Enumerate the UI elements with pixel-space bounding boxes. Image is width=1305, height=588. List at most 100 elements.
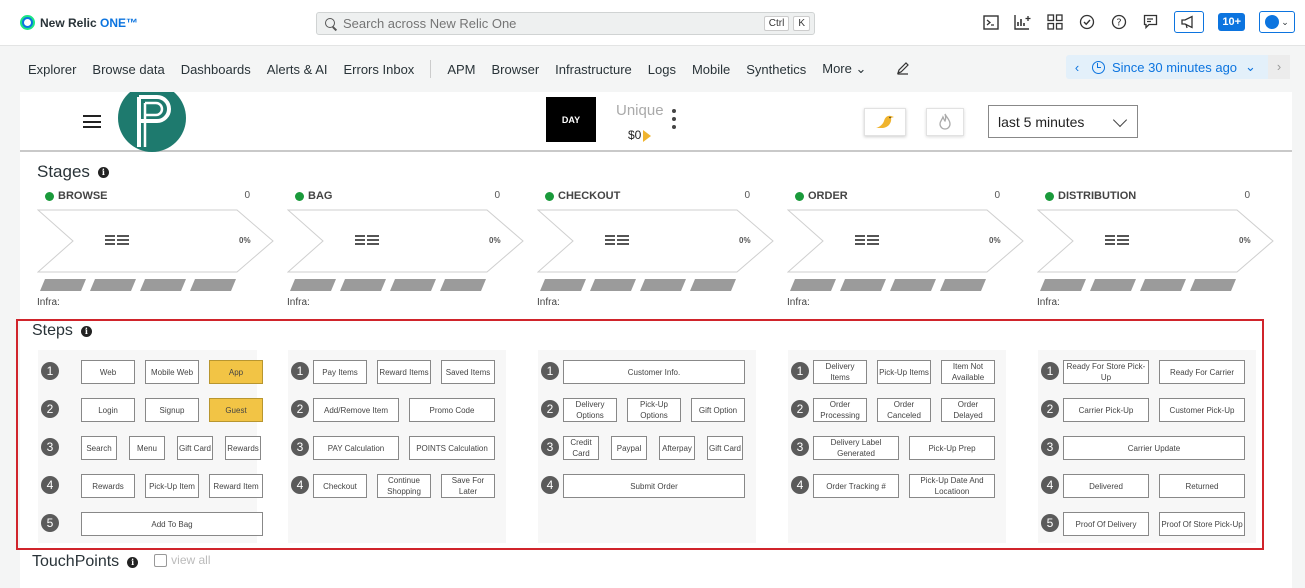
user-menu[interactable]: ⌄: [1259, 11, 1295, 33]
step-button-web[interactable]: Web: [81, 360, 135, 384]
flame-button[interactable]: [926, 108, 964, 136]
nav-item-synthetics[interactable]: Synthetics: [746, 62, 806, 77]
nav-item-errors-inbox[interactable]: Errors Inbox: [344, 62, 415, 77]
step-button-ready-for-carrier[interactable]: Ready For Carrier: [1159, 360, 1245, 384]
step-button-add-remove-item[interactable]: Add/Remove Item: [313, 398, 399, 422]
nav-item-logs[interactable]: Logs: [648, 62, 676, 77]
step-button-points-calculation[interactable]: POINTS Calculation: [409, 436, 495, 460]
step-button-proof-of-store-pick-up[interactable]: Proof Of Store Pick-Up: [1159, 512, 1245, 536]
step-button-rewards[interactable]: Rewards: [225, 436, 261, 460]
canary-button[interactable]: [864, 108, 906, 136]
stage-chevron[interactable]: 0%: [537, 209, 777, 297]
step-button-add-to-bag[interactable]: Add To Bag: [81, 512, 263, 536]
step-button-delivery-options[interactable]: Delivery Options: [563, 398, 617, 422]
stage-chevron[interactable]: 0%: [1037, 209, 1277, 297]
step-button-signup[interactable]: Signup: [145, 398, 199, 422]
feedback-icon[interactable]: [1142, 13, 1160, 31]
chevron-left-icon[interactable]: ‹: [1066, 60, 1088, 75]
day-toggle[interactable]: DAY: [546, 97, 596, 142]
help-icon[interactable]: ?: [1110, 13, 1128, 31]
step-button-submit-order[interactable]: Submit Order: [563, 474, 745, 498]
step-button-checkout[interactable]: Checkout: [313, 474, 367, 498]
view-all-checkbox[interactable]: [154, 553, 168, 567]
step-button-delivery-label-generated[interactable]: Delivery Label Generated: [813, 436, 899, 460]
nav-item-more[interactable]: More ⌄: [822, 61, 866, 77]
pencil-icon[interactable]: [896, 61, 910, 78]
chevron-down-icon: ⌄: [1281, 16, 1289, 27]
nav-item-dashboards[interactable]: Dashboards: [181, 62, 251, 77]
step-button-carrier-pick-up[interactable]: Carrier Pick-Up: [1063, 398, 1149, 422]
step-button-paypal[interactable]: Paypal: [611, 436, 647, 460]
step-button-order-canceled[interactable]: Order Canceled: [877, 398, 931, 422]
stage-infra: Infra:: [37, 297, 60, 308]
step-button-carrier-update[interactable]: Carrier Update: [1063, 436, 1245, 460]
step-button-guest[interactable]: Guest: [209, 398, 263, 422]
check-circle-icon[interactable]: [1078, 13, 1096, 31]
more-options-icon[interactable]: [672, 109, 676, 129]
nav-item-browser[interactable]: Browser: [491, 62, 539, 77]
step-button-gift-card[interactable]: Gift Card: [707, 436, 743, 460]
nav-item-explorer[interactable]: Explorer: [28, 62, 76, 77]
step-button-returned[interactable]: Returned: [1159, 474, 1245, 498]
step-button-pay-items[interactable]: Pay Items: [313, 360, 367, 384]
step-button-promo-code[interactable]: Promo Code: [409, 398, 495, 422]
step-button-gift-option[interactable]: Gift Option: [691, 398, 745, 422]
steps-column-order: 1 Delivery Items Pick-Up Items Item Not Ava…: [788, 350, 1006, 543]
step-button-item-not-available[interactable]: Item Not Available: [941, 360, 995, 384]
step-button-menu[interactable]: Menu: [129, 436, 165, 460]
step-button-gift-card[interactable]: Gift Card: [177, 436, 213, 460]
step-button-pick-up-prep[interactable]: Pick-Up Prep: [909, 436, 995, 460]
step-button-search[interactable]: Search: [81, 436, 117, 460]
steps-info-icon[interactable]: i: [80, 325, 92, 337]
step-button-customer-info[interactable]: Customer Info.: [563, 360, 745, 384]
stage-chevron[interactable]: 0%: [287, 209, 527, 297]
search-input[interactable]: [343, 16, 764, 31]
view-all-toggle[interactable]: view all: [154, 553, 211, 567]
chart-add-icon[interactable]: [1014, 13, 1032, 31]
terminal-icon[interactable]: [982, 13, 1000, 31]
step-button-reward-items[interactable]: Reward Items: [377, 360, 431, 384]
stage-chevron[interactable]: 0%: [37, 209, 277, 297]
new-relic-logo[interactable]: New Relic ONE™: [20, 15, 138, 30]
step-button-mobile-web[interactable]: Mobile Web: [145, 360, 199, 384]
chevron-right-icon[interactable]: ›: [1268, 55, 1290, 79]
step-button-order-processing[interactable]: Order Processing: [813, 398, 867, 422]
step-button-pick-up-items[interactable]: Pick-Up Items: [877, 360, 931, 384]
step-button-app[interactable]: App: [209, 360, 263, 384]
step-button-pay-calculation[interactable]: PAY Calculation: [313, 436, 399, 460]
nav-item-alerts-ai[interactable]: Alerts & AI: [267, 62, 328, 77]
step-button-continue-shopping[interactable]: Continue Shopping: [377, 474, 431, 498]
step-button-order-delayed[interactable]: Order Delayed: [941, 398, 995, 422]
step-button-order-tracking[interactable]: Order Tracking #: [813, 474, 899, 498]
step-button-rewards[interactable]: Rewards: [81, 474, 135, 498]
time-range-select[interactable]: last 5 minutes: [988, 105, 1138, 138]
nav-item-mobile[interactable]: Mobile: [692, 62, 730, 77]
step-button-ready-for-store-pick-up[interactable]: Ready For Store Pick-Up: [1063, 360, 1149, 384]
step-button-pick-up-date-and-locatioon[interactable]: Pick-Up Date And Locatioon: [909, 474, 995, 498]
stage-chevron[interactable]: 0%: [787, 209, 1027, 297]
nav-item-infrastructure[interactable]: Infrastructure: [555, 62, 632, 77]
step-button-saved-items[interactable]: Saved Items: [441, 360, 495, 384]
step-button-login[interactable]: Login: [81, 398, 135, 422]
info-icon[interactable]: i: [97, 166, 109, 178]
step-button-pick-up-options[interactable]: Pick-Up Options: [627, 398, 681, 422]
time-picker[interactable]: ‹ Since 30 minutes ago ⌄ ›: [1066, 55, 1290, 79]
nav-item-apm[interactable]: APM: [447, 62, 475, 77]
step-button-delivery-items[interactable]: Delivery Items: [813, 360, 867, 384]
touchpoints-info-icon[interactable]: i: [127, 556, 139, 568]
nav-item-browse-data[interactable]: Browse data: [92, 62, 164, 77]
step-button-pick-up-item[interactable]: Pick-Up Item: [145, 474, 199, 498]
step-button-afterpay[interactable]: Afterpay: [659, 436, 695, 460]
kbd-ctrl: Ctrl: [763, 16, 790, 31]
notification-badge[interactable]: 10+: [1218, 13, 1245, 31]
announcements-button[interactable]: [1174, 11, 1205, 33]
step-button-proof-of-delivery[interactable]: Proof Of Delivery: [1063, 512, 1149, 536]
step-button-save-for-later[interactable]: Save For Later: [441, 474, 495, 498]
step-button-delivered[interactable]: Delivered: [1063, 474, 1149, 498]
apps-grid-icon[interactable]: [1046, 13, 1064, 31]
global-search[interactable]: Ctrl K: [316, 12, 815, 35]
step-button-customer-pick-up[interactable]: Customer Pick-Up: [1159, 398, 1245, 422]
step-button-reward-item[interactable]: Reward Item: [209, 474, 263, 498]
step-button-credit-card[interactable]: Credit Card: [563, 436, 599, 460]
hamburger-menu-icon[interactable]: [83, 115, 101, 128]
